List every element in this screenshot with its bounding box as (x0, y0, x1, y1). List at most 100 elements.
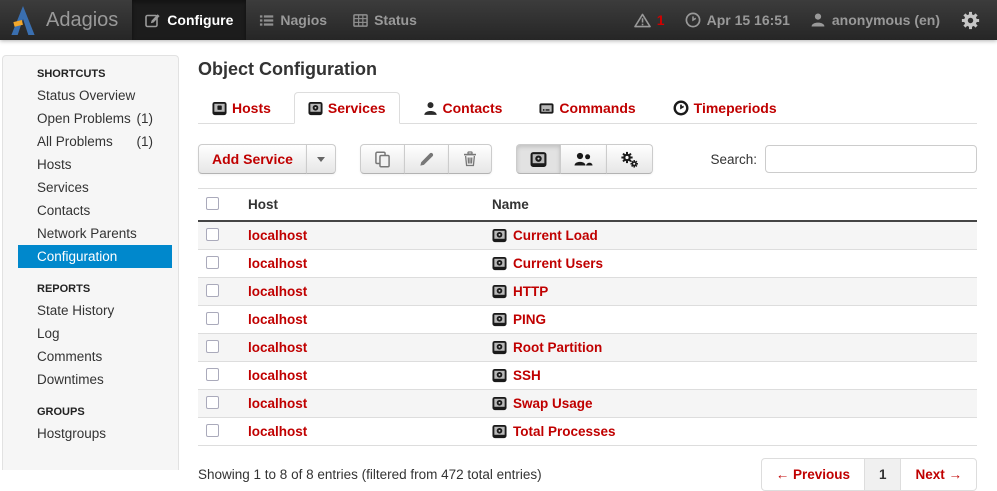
host-link[interactable]: localhost (248, 312, 307, 327)
sidebar-item-network-parents[interactable]: Network Parents (18, 222, 172, 245)
pencil-icon (418, 151, 435, 168)
service-link[interactable]: Current Load (513, 228, 598, 243)
clock-display[interactable]: Apr 15 16:51 (675, 12, 800, 28)
entries-summary: Showing 1 to 8 of 8 entries (filtered fr… (198, 467, 542, 482)
gear-icon (960, 10, 981, 31)
datetime-label: Apr 15 16:51 (707, 12, 790, 28)
list-icon (259, 13, 274, 28)
user-icon (810, 12, 826, 28)
copy-button[interactable] (360, 144, 405, 174)
host-link[interactable]: localhost (248, 340, 307, 355)
service-icon (492, 424, 507, 439)
adagios-logo-icon (10, 6, 36, 35)
sidebar-heading-reports: REPORTS (18, 280, 172, 298)
row-checkbox[interactable] (206, 312, 219, 325)
nav-item-configure[interactable]: Configure (132, 0, 246, 40)
sidebar-item-comments[interactable]: Comments (18, 345, 172, 368)
contact-icon (423, 101, 438, 116)
tab-label: Services (328, 100, 386, 116)
service-icon (492, 256, 507, 271)
table-row: localhost Current Users (198, 250, 977, 278)
copy-icon (374, 151, 391, 168)
row-checkbox[interactable] (206, 284, 219, 297)
sidebar-item-contacts[interactable]: Contacts (18, 199, 172, 222)
tab-services[interactable]: Services (294, 92, 400, 124)
service-icon (492, 284, 507, 299)
nav-item-label: Status (374, 12, 417, 28)
service-link[interactable]: SSH (513, 368, 541, 383)
tab-contacts[interactable]: Contacts (409, 92, 517, 124)
row-checkbox[interactable] (206, 228, 219, 241)
table-row: localhost Root Partition (198, 334, 977, 362)
sidebar-item-hostgroups[interactable]: Hostgroups (18, 422, 172, 445)
service-link[interactable]: Swap Usage (513, 396, 593, 411)
count-badge: (1) (137, 134, 154, 149)
nav-item-status[interactable]: Status (340, 0, 430, 40)
service-icon (492, 228, 507, 243)
host-link[interactable]: localhost (248, 284, 307, 299)
brand-name: Adagios (36, 9, 118, 32)
host-icon (212, 101, 227, 116)
search-label: Search: (710, 152, 757, 167)
service-link[interactable]: PING (513, 312, 546, 327)
sidebar-item-services[interactable]: Services (18, 176, 172, 199)
tab-commands[interactable]: Commands (525, 92, 649, 124)
tab-label: Hosts (232, 100, 271, 116)
row-checkbox[interactable] (206, 396, 219, 409)
select-all-checkbox[interactable] (206, 197, 219, 210)
add-service-button[interactable]: Add Service (198, 144, 307, 174)
settings-gear-button[interactable] (950, 10, 985, 31)
table-row: localhost Swap Usage (198, 390, 977, 418)
row-checkbox[interactable] (206, 340, 219, 353)
edit-button[interactable] (404, 144, 449, 174)
sidebar-item-hosts[interactable]: Hosts (18, 153, 172, 176)
table-toolbar: Add Service (198, 144, 977, 174)
previous-page-button[interactable]: ← Previous (761, 458, 865, 491)
delete-button[interactable] (448, 144, 492, 174)
column-header-host[interactable]: Host (240, 189, 484, 222)
table-row: localhost Current Load (198, 221, 977, 250)
sidebar-item-status-overview[interactable]: Status Overview (18, 84, 172, 107)
sidebar-item-configuration[interactable]: Configuration (18, 245, 172, 268)
service-link[interactable]: HTTP (513, 284, 548, 299)
service-icon (530, 151, 547, 168)
current-page-button[interactable]: 1 (864, 458, 902, 491)
pencil-square-icon (145, 12, 161, 28)
host-link[interactable]: localhost (248, 228, 307, 243)
service-icon (492, 396, 507, 411)
filter-advanced-button[interactable] (606, 144, 653, 174)
filter-services-button[interactable] (516, 144, 561, 174)
host-link[interactable]: localhost (248, 368, 307, 383)
host-link[interactable]: localhost (248, 396, 307, 411)
user-menu[interactable]: anonymous (en) (800, 12, 950, 28)
column-header-name[interactable]: Name (484, 189, 977, 222)
row-checkbox[interactable] (206, 424, 219, 437)
alerts-indicator[interactable]: 1 (624, 12, 675, 28)
warning-triangle-icon (634, 13, 651, 28)
row-checkbox[interactable] (206, 256, 219, 269)
sidebar-item-all-problems[interactable]: All Problems(1) (18, 130, 172, 153)
host-link[interactable]: localhost (248, 424, 307, 439)
service-icon (492, 340, 507, 355)
sidebar-item-downtimes[interactable]: Downtimes (18, 368, 172, 391)
row-checkbox[interactable] (206, 368, 219, 381)
host-link[interactable]: localhost (248, 256, 307, 271)
nav-item-nagios[interactable]: Nagios (246, 0, 340, 40)
caret-down-icon (317, 157, 325, 162)
table-row: localhost HTTP (198, 278, 977, 306)
sidebar-item-open-problems[interactable]: Open Problems(1) (18, 107, 172, 130)
service-link[interactable]: Root Partition (513, 340, 602, 355)
add-service-dropdown-button[interactable] (306, 144, 336, 174)
service-link[interactable]: Total Processes (513, 424, 616, 439)
brand[interactable]: Adagios (0, 0, 132, 40)
tab-timeperiods[interactable]: Timeperiods (659, 92, 791, 124)
table-row: localhost SSH (198, 362, 977, 390)
command-icon (539, 101, 554, 116)
next-page-button[interactable]: Next → (900, 458, 977, 491)
sidebar-item-state-history[interactable]: State History (18, 299, 172, 322)
service-link[interactable]: Current Users (513, 256, 603, 271)
tab-hosts[interactable]: Hosts (198, 92, 285, 124)
search-input[interactable] (765, 145, 977, 173)
filter-contacts-button[interactable] (560, 144, 607, 174)
sidebar-item-log[interactable]: Log (18, 322, 172, 345)
